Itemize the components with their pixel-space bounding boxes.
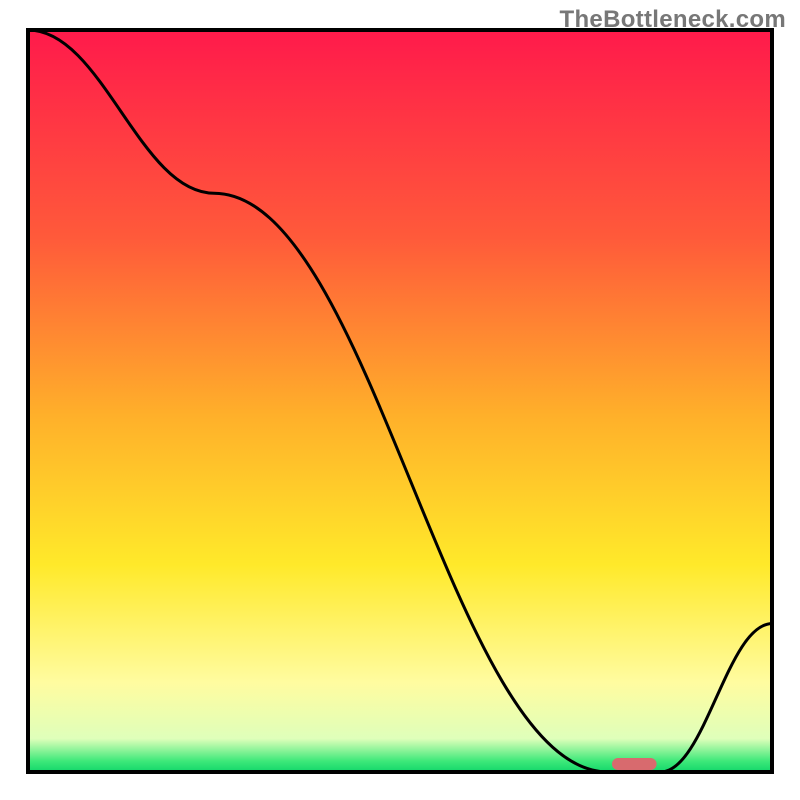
plot-area (28, 30, 772, 772)
bottleneck-chart: TheBottleneck.com (0, 0, 800, 800)
watermark-text: TheBottleneck.com (560, 6, 786, 34)
optimal-marker (612, 758, 657, 770)
gradient-background (28, 30, 772, 772)
chart-svg (0, 0, 800, 800)
